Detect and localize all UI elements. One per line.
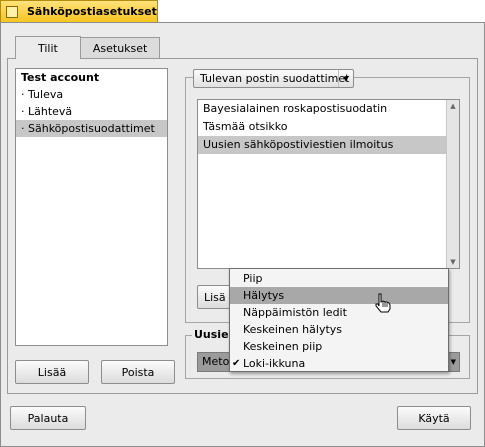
- account-tree[interactable]: Test account · Tuleva · Lähtevä · Sähköp…: [15, 68, 168, 346]
- checkmark-icon: ✔: [232, 358, 241, 369]
- tab-bar: Tilit Asetukset: [15, 36, 161, 59]
- method-dropdown-menu[interactable]: Piip Hälytys Näppäimistön ledit Keskeine…: [229, 268, 449, 372]
- menu-item-log-window-label: Loki-ikkuna: [243, 357, 306, 370]
- menu-item-log-window[interactable]: ✔ Loki-ikkuna: [230, 355, 448, 372]
- account-item-incoming[interactable]: · Tuleva: [16, 86, 167, 103]
- menu-item-central-alert[interactable]: Keskeinen hälytys: [230, 321, 448, 338]
- menu-item-beep[interactable]: Piip: [230, 270, 448, 287]
- filter-type-select[interactable]: Tulevan postin suodattimet ▼: [193, 69, 354, 88]
- settings-window: Tilit Asetukset Test account · Tuleva · …: [0, 22, 485, 447]
- scroll-down-icon[interactable]: ▼: [447, 256, 459, 268]
- hand-cursor-icon: [375, 293, 391, 313]
- tab-accounts[interactable]: Tilit: [15, 36, 81, 59]
- menu-item-keyboard-leds[interactable]: Näppäimistön ledit: [230, 304, 448, 321]
- tab-settings[interactable]: Asetukset: [79, 37, 161, 59]
- window-title-tab[interactable]: Sähköpostiasetukset: [0, 0, 158, 22]
- filter-list[interactable]: Bayesialainen roskapostisuodatin Täsmää …: [197, 99, 460, 269]
- chevron-down-icon: ▼: [450, 358, 456, 366]
- filter-type-value: Tulevan postin suodattimet: [200, 72, 350, 85]
- filter-item-match-subject[interactable]: Täsmää otsikko: [198, 118, 459, 136]
- menu-item-alert[interactable]: Hälytys: [230, 287, 448, 304]
- account-header[interactable]: Test account: [16, 69, 167, 86]
- filter-item-bayesian[interactable]: Bayesialainen roskapostisuodatin: [198, 100, 459, 118]
- account-item-filters[interactable]: · Sähköpostisuodattimet: [16, 120, 167, 137]
- menu-item-central-beep[interactable]: Keskeinen piip: [230, 338, 448, 355]
- apply-button[interactable]: Käytä: [397, 406, 471, 430]
- filter-item-new-mail-notification[interactable]: Uusien sähköpostiviestien ilmoitus: [198, 136, 459, 154]
- window-title: Sähköpostiasetukset: [27, 5, 157, 18]
- add-account-button[interactable]: Lisää: [15, 360, 89, 384]
- scroll-up-icon[interactable]: ▲: [447, 100, 459, 112]
- chevron-down-icon: ▼: [338, 70, 353, 87]
- filter-list-scrollbar[interactable]: ▲ ▼: [446, 100, 459, 268]
- remove-account-button[interactable]: Poista: [101, 360, 175, 384]
- account-item-outgoing[interactable]: · Lähtevä: [16, 103, 167, 120]
- window-icon: [6, 5, 18, 18]
- revert-button[interactable]: Palauta: [10, 406, 86, 430]
